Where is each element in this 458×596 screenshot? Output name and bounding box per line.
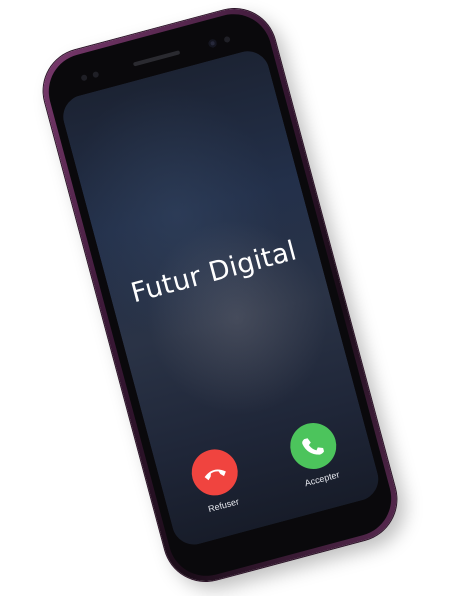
accept-call-button[interactable] — [285, 417, 342, 475]
phone-bezel: Futur Digital Refuser Accepter — [40, 5, 400, 585]
incoming-call-screen: Futur Digital Refuser Accepter — [58, 46, 384, 550]
iris-sensor-icon — [223, 35, 231, 44]
caller-name: Futur Digital — [127, 235, 301, 310]
light-sensor-icon — [92, 70, 100, 79]
phone-answer-icon — [302, 438, 325, 455]
front-camera-icon — [207, 38, 218, 49]
proximity-sensor-icon — [80, 74, 88, 82]
phone-device: Futur Digital Refuser Accepter — [34, 0, 406, 591]
decline-call-action: Refuser — [175, 441, 259, 519]
accept-call-action: Accepter — [274, 415, 358, 493]
stage: Futur Digital Refuser Accepter — [0, 0, 458, 596]
phone-hangup-icon — [204, 469, 226, 481]
earpiece-speaker — [132, 50, 181, 67]
decline-call-button[interactable] — [186, 444, 243, 501]
